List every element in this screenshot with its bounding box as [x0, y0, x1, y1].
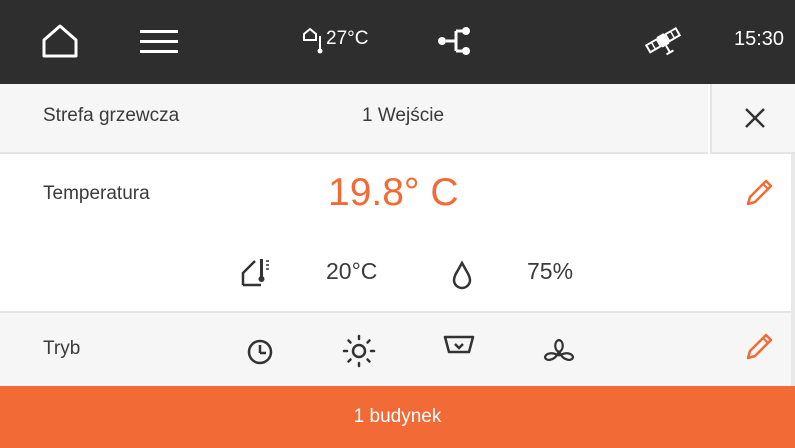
mode-label: Tryb: [43, 338, 81, 359]
humidity-drop-icon: [451, 260, 473, 290]
pencil-icon: [746, 179, 773, 206]
network-icon[interactable]: [436, 24, 472, 58]
mode-row: [0, 311, 791, 388]
setpoint-temperature: 20°C: [326, 258, 378, 284]
zone-label: Strefa grzewcza: [43, 105, 180, 126]
close-button[interactable]: [710, 84, 795, 154]
outdoor-temperature: 27°C: [326, 28, 369, 49]
fan-icon[interactable]: [542, 336, 575, 368]
edit-mode-button[interactable]: [742, 330, 776, 364]
pencil-icon: [746, 333, 773, 360]
sun-icon[interactable]: [342, 334, 376, 368]
zone-value[interactable]: 1 Wejście: [362, 105, 444, 127]
outdoor-thermometer-icon: [302, 26, 324, 56]
close-icon: [744, 108, 765, 128]
eco-icon[interactable]: [442, 332, 475, 364]
building-label: 1 budynek: [353, 406, 442, 427]
temperature-label: Temperatura: [43, 183, 150, 204]
clock-time: 15:30: [734, 28, 785, 50]
menu-icon[interactable]: [138, 24, 182, 60]
status-bar: 27°C 15:30: [0, 0, 795, 84]
clock-icon[interactable]: [244, 336, 276, 368]
setpoint-thermometer-icon: [241, 255, 273, 287]
home-icon[interactable]: [40, 22, 80, 60]
edit-temperature-button[interactable]: [742, 176, 776, 210]
humidity-value: 75%: [527, 258, 574, 284]
satellite-icon[interactable]: [644, 22, 684, 62]
building-button[interactable]: 1 budynek: [0, 386, 795, 448]
current-temperature: 19.8° C: [328, 171, 459, 214]
